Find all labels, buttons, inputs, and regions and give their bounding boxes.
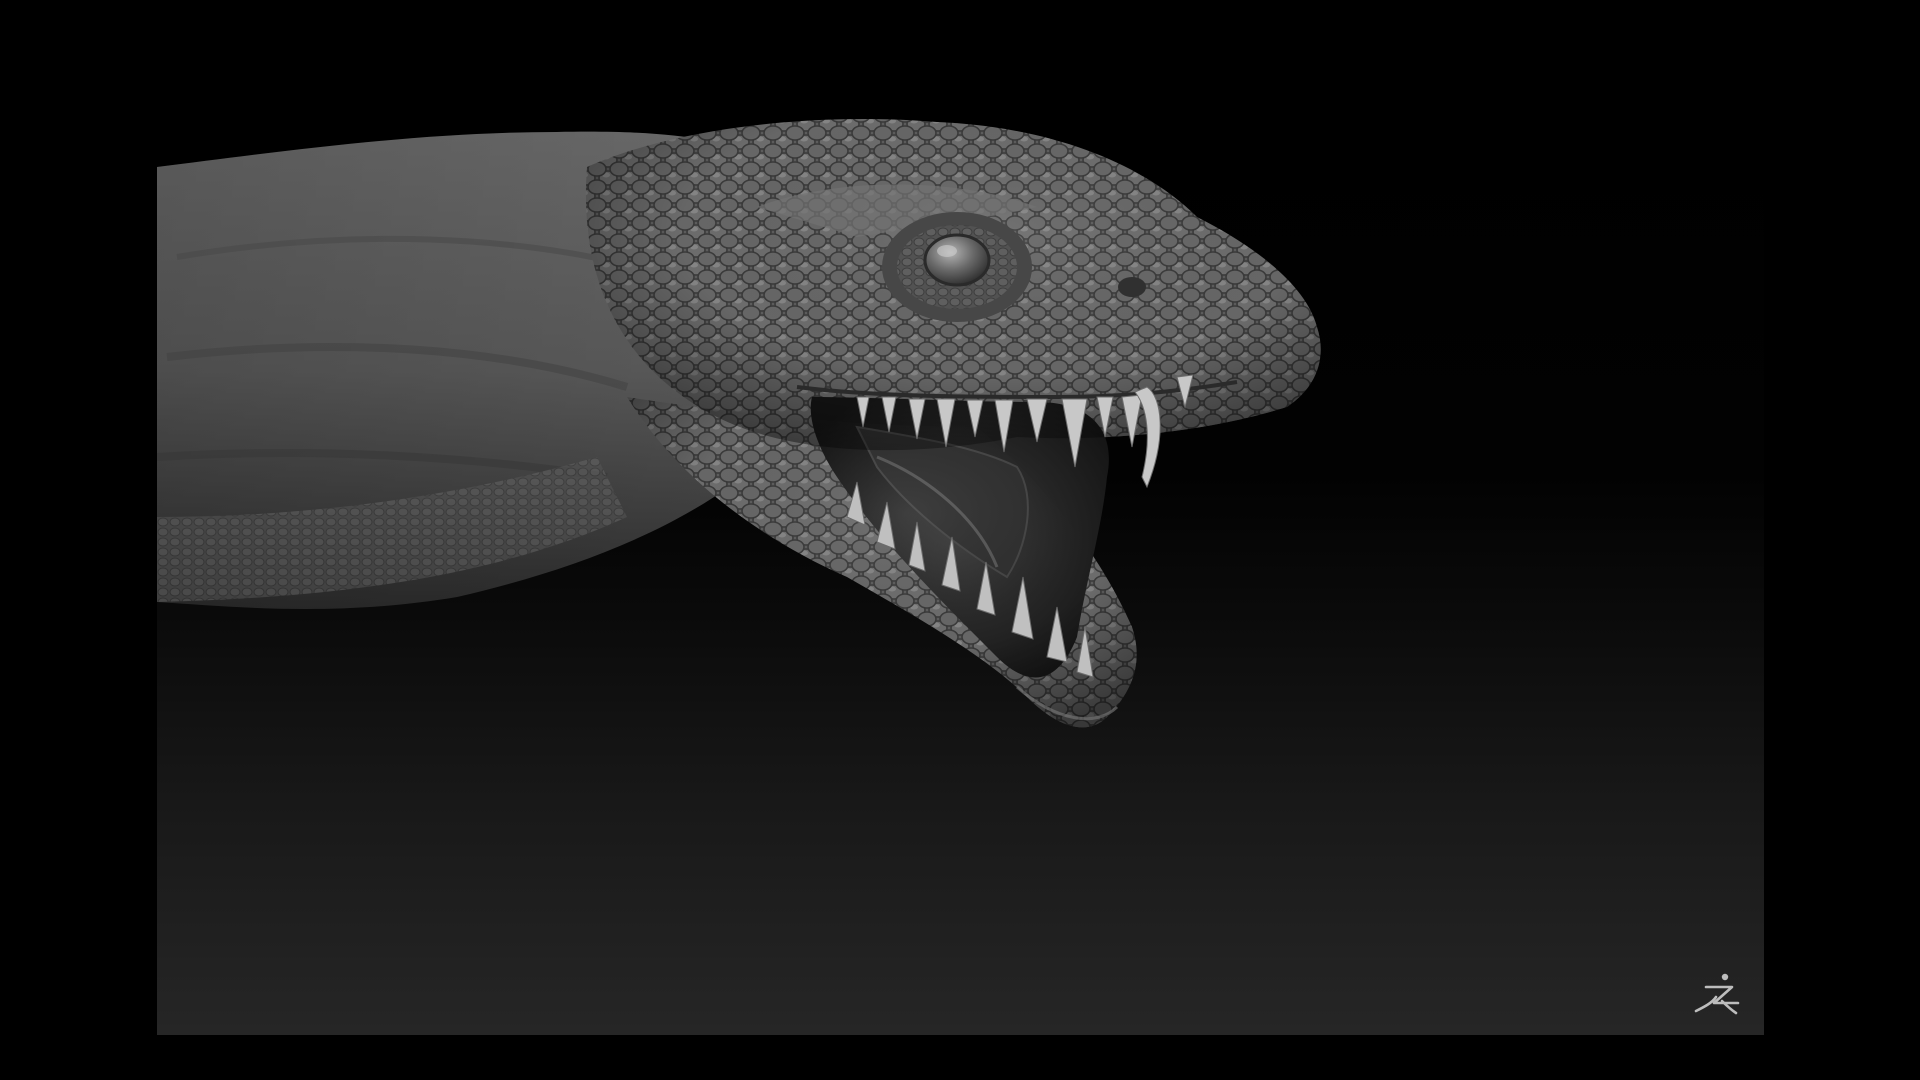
app-window bbox=[0, 0, 1920, 1080]
lizard-head-sculpt-icon bbox=[157, 119, 1321, 728]
zbrush-logo-icon bbox=[1694, 973, 1740, 1015]
3d-viewport[interactable] bbox=[157, 97, 1764, 1035]
